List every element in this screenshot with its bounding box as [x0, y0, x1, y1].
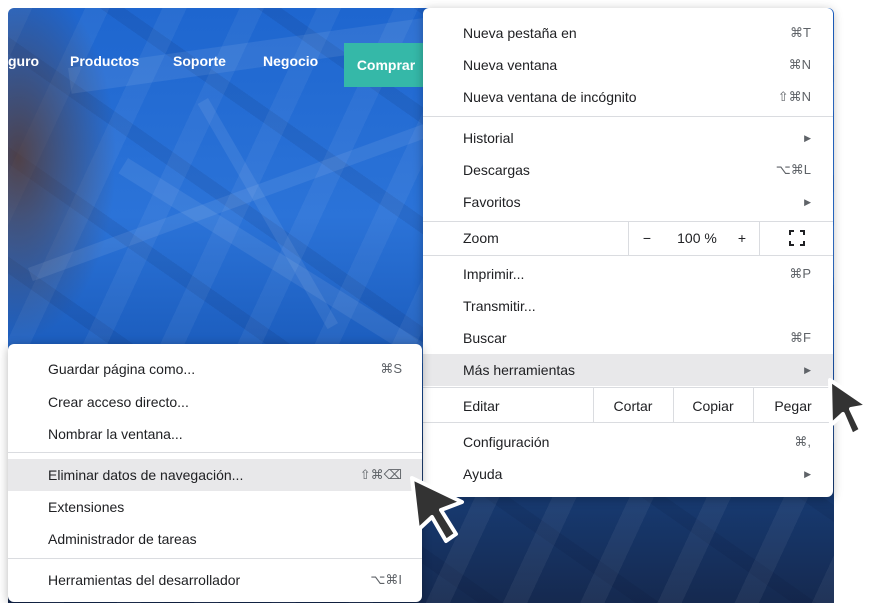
menu-item-extensions[interactable]: Extensiones: [8, 491, 422, 523]
menu-item-label: Ayuda: [463, 466, 503, 482]
nav-link-soporte[interactable]: Soporte: [173, 53, 226, 69]
fullscreen-icon: [788, 230, 805, 246]
menu-item-label: Buscar: [463, 330, 507, 346]
menu-item-print[interactable]: Imprimir... ⌘P: [423, 258, 833, 290]
chevron-right-icon: ▶: [804, 364, 811, 375]
menu-item-new-window[interactable]: Nueva ventana ⌘N: [423, 49, 833, 81]
menu-separator: [8, 452, 422, 453]
shortcut-text: ⌘T: [790, 25, 811, 40]
menu-item-incognito-window[interactable]: Nueva ventana de incógnito ⇧⌘N: [423, 81, 833, 113]
menu-item-cast[interactable]: Transmitir...: [423, 290, 833, 322]
shortcut-text: ⇧⌘N: [777, 89, 811, 104]
menu-item-label: Administrador de tareas: [48, 531, 197, 547]
menu-item-developer-tools[interactable]: Herramientas del desarrollador ⌥⌘I: [8, 564, 422, 596]
menu-item-label: Imprimir...: [463, 266, 525, 282]
menu-item-downloads[interactable]: Descargas ⌥⌘L: [423, 154, 833, 186]
copy-button[interactable]: Copiar: [673, 390, 753, 422]
menu-item-find[interactable]: Buscar ⌘F: [423, 322, 833, 354]
nav-link-productos[interactable]: Productos: [70, 53, 139, 69]
menu-item-label: Nueva ventana de incógnito: [463, 89, 637, 105]
shortcut-text: ⌘P: [789, 266, 811, 281]
nav-link-negocio[interactable]: Negocio: [263, 53, 318, 69]
chevron-right-icon: ▶: [804, 132, 811, 143]
menu-item-label: Nombrar la ventana...: [48, 426, 183, 442]
shortcut-text: ⌥⌘I: [370, 572, 402, 587]
menu-item-name-window[interactable]: Nombrar la ventana...: [8, 418, 422, 450]
zoom-out-button[interactable]: −: [628, 222, 666, 254]
chevron-right-icon: ▶: [804, 468, 811, 479]
menu-item-label: Crear acceso directo...: [48, 394, 189, 410]
buy-button[interactable]: Comprar: [344, 43, 428, 87]
menu-item-create-shortcut[interactable]: Crear acceso directo...: [8, 386, 422, 418]
menu-item-label: Nueva pestaña en: [463, 25, 577, 41]
shortcut-text: ⌘,: [794, 434, 811, 449]
shortcut-text: ⌘S: [380, 361, 402, 376]
menu-item-bookmarks[interactable]: Favoritos ▶: [423, 186, 833, 218]
menu-item-label: Historial: [463, 130, 514, 146]
menu-item-label: Nueva ventana: [463, 57, 558, 73]
menu-item-settings[interactable]: Configuración ⌘,: [423, 426, 833, 458]
menu-separator: [8, 558, 422, 559]
menu-item-label: Transmitir...: [463, 298, 536, 314]
more-tools-submenu: Guardar página como... ⌘S Crear acceso d…: [8, 344, 422, 602]
cursor-arrow-icon: [828, 378, 870, 437]
menu-item-task-manager[interactable]: Administrador de tareas: [8, 523, 422, 555]
shortcut-text: ⌘N: [788, 57, 811, 72]
menu-item-clear-browsing-data[interactable]: Eliminar datos de navegación... ⇧⌘⌫: [8, 459, 422, 491]
menu-item-history[interactable]: Historial ▶: [423, 122, 833, 154]
paste-button[interactable]: Pegar: [753, 390, 833, 422]
fullscreen-button[interactable]: [760, 222, 833, 254]
menu-separator: [423, 116, 833, 117]
chevron-right-icon: ▶: [804, 196, 811, 207]
menu-item-label: Descargas: [463, 162, 530, 178]
shortcut-text: ⌘F: [790, 330, 811, 345]
menu-item-label: Guardar página como...: [48, 361, 196, 377]
menu-item-more-tools[interactable]: Más herramientas ▶: [423, 354, 833, 386]
menu-item-label: Eliminar datos de navegación...: [48, 467, 244, 483]
cursor-arrow-icon: [410, 476, 464, 543]
shortcut-text: ⇧⌘⌫: [359, 467, 402, 482]
menu-item-save-page-as[interactable]: Guardar página como... ⌘S: [8, 353, 422, 385]
cut-button[interactable]: Cortar: [593, 390, 673, 422]
zoom-in-button[interactable]: +: [728, 222, 756, 254]
nav-link-seguro[interactable]: guro: [8, 53, 39, 69]
menu-item-label: Extensiones: [48, 499, 125, 515]
menu-item-label: Configuración: [463, 434, 550, 450]
menu-separator: [423, 255, 833, 256]
menu-item-help[interactable]: Ayuda ▶: [423, 458, 833, 490]
menu-item-label: Favoritos: [463, 194, 521, 210]
shortcut-text: ⌥⌘L: [775, 162, 811, 177]
menu-item-label: Más herramientas: [463, 362, 576, 378]
menu-item-new-tab[interactable]: Nueva pestaña en ⌘T: [423, 17, 833, 49]
chrome-main-menu: Nueva pestaña en ⌘T Nueva ventana ⌘N Nue…: [423, 8, 833, 497]
zoom-level-value: 100 %: [677, 230, 717, 246]
menu-item-label: Herramientas del desarrollador: [48, 572, 241, 588]
menu-separator: [423, 422, 833, 423]
menu-separator: [423, 387, 833, 388]
